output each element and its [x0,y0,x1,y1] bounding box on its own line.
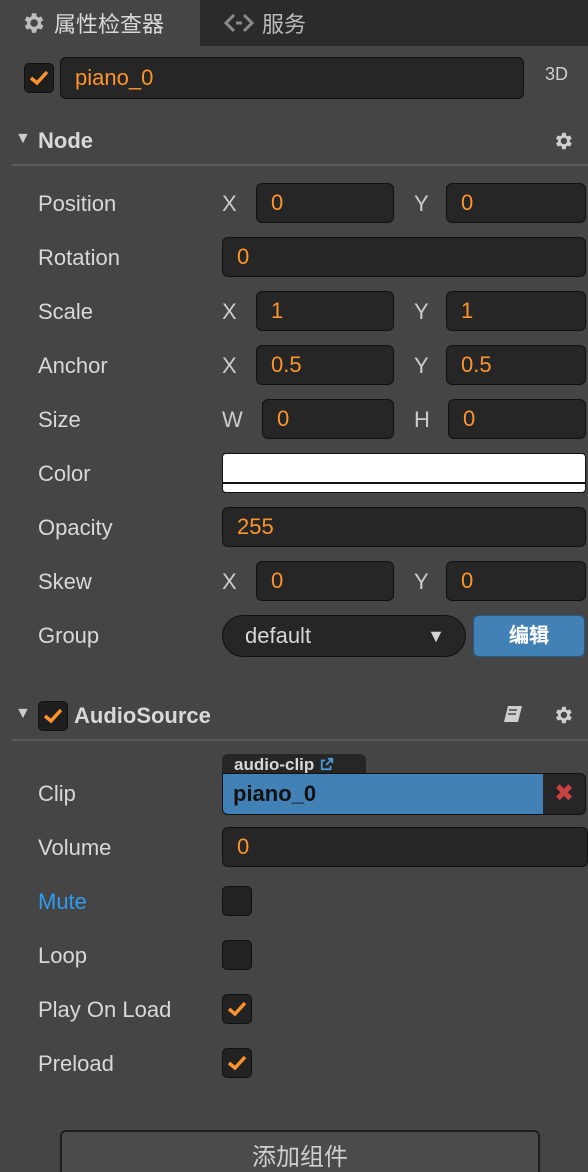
checkmark-icon [29,70,49,86]
preload-label: Preload [38,1051,114,1076]
clip-asset-value[interactable]: piano_0 [223,774,543,814]
mute-label: Mute [38,889,87,914]
add-component-button[interactable]: 添加组件 [60,1130,540,1172]
position-label: Position [38,191,117,216]
color-picker-swatch[interactable] [222,453,586,493]
play-on-load-checkbox[interactable] [222,994,252,1024]
asset-type-label: audio-clip [234,755,315,774]
scale-label: Scale [38,299,94,324]
volume-label: Volume [38,835,112,860]
mute-checkbox[interactable] [222,886,252,916]
size-h-label: H [414,407,430,432]
scale-x-input[interactable]: 1 [256,291,394,331]
node-name-input[interactable]: piano_0 [60,57,524,99]
skew-y-input[interactable]: 0 [446,561,586,601]
position-x-label: X [222,191,237,216]
node-settings-gear-icon[interactable] [552,130,574,152]
service-icon [224,13,254,33]
skew-x-input[interactable]: 0 [256,561,394,601]
color-label: Color [38,461,91,486]
position-y-input[interactable]: 0 [446,183,586,223]
size-label: Size [38,407,81,432]
volume-input[interactable]: 0 [222,827,588,867]
position-x-input[interactable]: 0 [256,183,394,223]
skew-label: Skew [38,569,92,594]
size-h-input[interactable]: 0 [448,399,586,439]
scale-y-input[interactable]: 1 [446,291,586,331]
tab-inspector-label: 属性检查器 [54,12,165,37]
anchor-label: Anchor [38,353,108,378]
loop-label: Loop [38,943,87,968]
skew-y-label: Y [414,569,429,594]
scale-y-label: Y [414,299,429,324]
node-section-title[interactable]: Node [38,128,93,154]
audio-collapse-triangle-icon[interactable]: ▼ [15,705,31,723]
dropdown-triangle-icon: ▼ [427,626,445,646]
gear-icon [24,13,44,33]
tab-services-label: 服务 [262,12,307,37]
mode-3d-toggle[interactable]: 3D [545,64,568,85]
play-on-load-label: Play On Load [38,997,172,1022]
external-link-icon [320,757,334,771]
node-enabled-checkbox[interactable] [24,63,54,93]
checkmark-icon [227,1055,247,1071]
position-y-label: Y [414,191,429,216]
clear-asset-icon[interactable]: ✖ [543,774,585,814]
anchor-y-input[interactable]: 0.5 [446,345,586,385]
node-collapse-triangle-icon[interactable]: ▼ [15,130,31,148]
rotation-label: Rotation [38,245,120,270]
tab-services[interactable]: 服务 [204,0,454,46]
help-book-icon[interactable] [502,704,524,724]
opacity-label: Opacity [38,515,113,540]
anchor-x-input[interactable]: 0.5 [256,345,394,385]
anchor-x-label: X [222,353,237,378]
tab-inspector[interactable]: 属性检查器 [0,0,202,46]
group-label: Group [38,623,100,648]
audio-enabled-checkbox[interactable] [38,701,68,731]
clip-asset-field[interactable]: piano_0 ✖ [222,773,586,815]
group-select[interactable]: default ▼ [222,615,466,657]
rotation-input[interactable]: 0 [222,237,586,277]
loop-checkbox[interactable] [222,940,252,970]
opacity-input[interactable]: 255 [222,507,586,547]
alpha-bar [223,482,585,484]
checkmark-icon [227,1001,247,1017]
edit-group-button[interactable]: 编辑 [473,615,585,657]
clip-label: Clip [38,781,76,806]
audio-settings-gear-icon[interactable] [552,704,574,726]
skew-x-label: X [222,569,237,594]
audio-section-title[interactable]: AudioSource [74,703,211,729]
size-w-input[interactable]: 0 [262,399,394,439]
size-w-label: W [222,407,243,432]
checkmark-icon [43,708,63,724]
audio-section-divider [12,739,588,741]
group-select-value: default [245,623,312,648]
anchor-y-label: Y [414,353,429,378]
scale-x-label: X [222,299,237,324]
node-section-divider [12,164,588,166]
preload-checkbox[interactable] [222,1048,252,1078]
